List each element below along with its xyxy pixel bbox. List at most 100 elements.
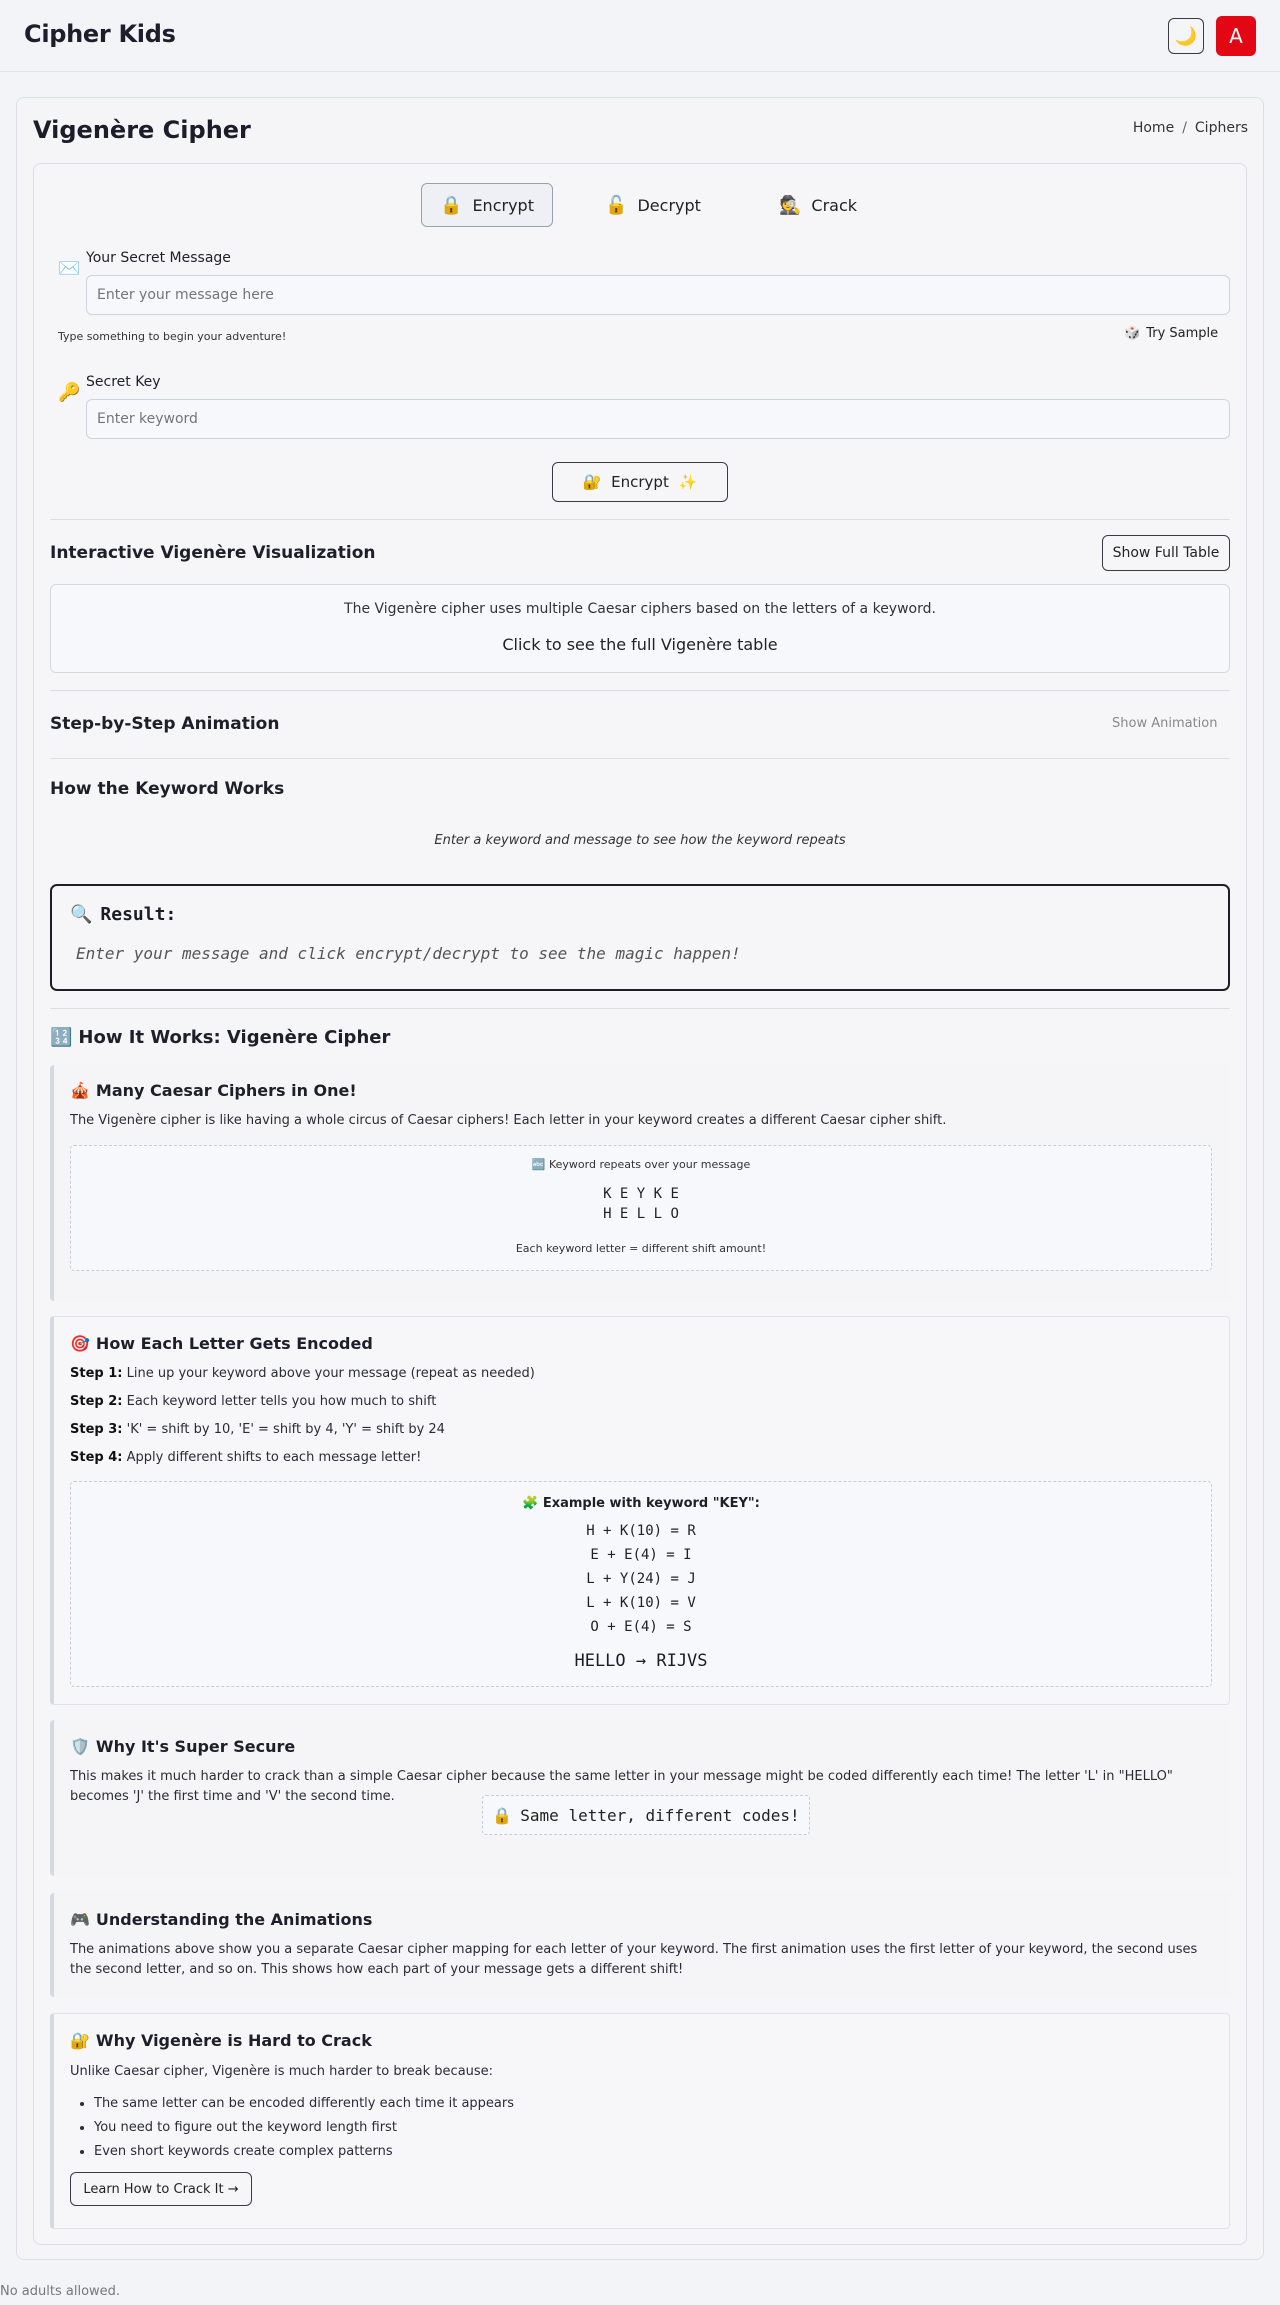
panel-letter-encoding: 🎯 How Each Letter Gets Encoded Step 1: L… — [50, 1316, 1230, 1705]
numbers-icon: 🔢 — [50, 1027, 73, 1048]
panel-title: 🔐 Why Vigenère is Hard to Crack — [70, 2031, 372, 2050]
example-line: L + K(10) = V — [586, 1595, 696, 1611]
abc-icon: 🔤 — [531, 1158, 546, 1171]
panel-title: 🎮 Understanding the Animations — [70, 1910, 372, 1929]
panel-title-text: Understanding the Animations — [95, 1910, 373, 1929]
sparkles-icon: ✨ — [678, 473, 698, 491]
key-icon: 🔑 — [58, 382, 81, 403]
message-input[interactable] — [86, 275, 1230, 315]
panel-many-caesar: 🎪 Many Caesar Ciphers in One! The Vigenè… — [50, 1065, 1230, 1301]
try-sample-label: Try Sample — [1146, 326, 1219, 341]
magnifier-icon: 🔍 — [70, 904, 93, 925]
divider — [50, 1008, 1230, 1009]
step-1: Step 1: Line up your keyword above your … — [70, 1364, 1213, 1384]
visualization-description: The Vigenère cipher uses multiple Caesar… — [344, 601, 936, 617]
step-3: Step 3: 'K' = shift by 10, 'E' = shift b… — [70, 1420, 1213, 1440]
example-result: HELLO → RIJVS — [574, 1651, 708, 1671]
keyword-hint: Enter a keyword and message to see how t… — [434, 833, 846, 848]
example-line: H + K(10) = R — [586, 1523, 696, 1539]
same-letter-pill: 🔒 Same letter, different codes! — [482, 1795, 810, 1835]
panel-title-text: Many Caesar Ciphers in One! — [95, 1081, 357, 1100]
panel-text: The animations above show you a separate… — [70, 1942, 1198, 1977]
step-text: 'K' = shift by 10, 'E' = shift by 4, 'Y'… — [126, 1422, 445, 1437]
moon-icon: 🌙 — [1174, 25, 1198, 47]
lock-key-icon: 🔐 — [582, 473, 602, 491]
unlock-icon: 🔓 — [605, 194, 628, 216]
panel-title: 🎪 Many Caesar Ciphers in One! — [70, 1081, 357, 1100]
step-label: Step 3: — [70, 1422, 123, 1437]
tab-label: Decrypt — [637, 195, 701, 215]
result-output: Enter your message and click encrypt/dec… — [76, 944, 741, 963]
breadcrumb-home[interactable]: Home — [1133, 120, 1174, 136]
circus-tent-icon: 🎪 — [70, 1081, 90, 1100]
reasons-list: The same letter can be encoded different… — [94, 2092, 514, 2164]
target-icon: 🎯 — [70, 1334, 90, 1353]
result-title: 🔍 Result: — [70, 904, 176, 925]
divider — [50, 519, 1230, 520]
pill-text: Same letter, different codes! — [520, 1805, 800, 1825]
key-label: Secret Key — [86, 374, 161, 390]
page-title: Vigenère Cipher — [33, 116, 251, 144]
learn-crack-button[interactable]: Learn How to Crack It → — [70, 2172, 252, 2206]
tab-crack[interactable]: 🕵️ Crack — [756, 183, 880, 227]
panel-title-text: Why Vigenère is Hard to Crack — [95, 2031, 372, 2050]
shift-note: Each keyword letter = different shift am… — [515, 1242, 767, 1255]
panel-title-text: How Each Letter Gets Encoded — [95, 1334, 373, 1353]
lock-key-icon: 🔐 — [70, 2031, 90, 2050]
lock-icon: 🔒 — [440, 194, 463, 216]
example-line: L + Y(24) = J — [586, 1571, 696, 1587]
step-text: Line up your keyword above your message … — [126, 1366, 535, 1381]
panel-title: 🛡️ Why It's Super Secure — [70, 1737, 295, 1756]
list-item: The same letter can be encoded different… — [94, 2092, 514, 2116]
panel-secure: 🛡️ Why It's Super Secure This makes it m… — [50, 1720, 1230, 1876]
shield-icon: 🛡️ — [70, 1737, 90, 1756]
show-full-table-button[interactable]: Show Full Table — [1102, 535, 1230, 571]
caption-text: Keyword repeats over your message — [548, 1158, 751, 1171]
detective-icon: 🕵️ — [778, 194, 802, 216]
example-title-text: Example with keyword "KEY": — [542, 1496, 760, 1511]
visualization-box: The Vigenère cipher uses multiple Caesar… — [50, 584, 1230, 673]
message-row: H E L L O — [603, 1206, 679, 1222]
lock-icon: 🔒 — [492, 1805, 513, 1825]
breadcrumb-ciphers: Ciphers — [1194, 120, 1248, 136]
game-controller-icon: 🎮 — [70, 1910, 90, 1929]
panel-title-text: Why It's Super Secure — [95, 1737, 296, 1756]
full-table-link[interactable]: Click to see the full Vigenère table — [51, 635, 1229, 654]
top-bar: Cipher Kids 🌙 A — [0, 0, 1280, 72]
avatar[interactable]: A — [1216, 16, 1256, 56]
tab-encrypt[interactable]: 🔒 Encrypt — [421, 183, 553, 227]
message-hint: Type something to begin your adventure! — [58, 330, 287, 343]
show-animation-button[interactable]: Show Animation — [1112, 716, 1218, 731]
panel-title: 🎯 How Each Letter Gets Encoded — [70, 1334, 373, 1353]
theme-toggle-button[interactable]: 🌙 — [1168, 18, 1204, 54]
step-text: Each keyword letter tells you how much t… — [126, 1394, 437, 1409]
encrypt-button[interactable]: 🔐 Encrypt ✨ — [552, 462, 728, 502]
message-label: Your Secret Message — [86, 250, 231, 266]
panel-animations: 🎮 Understanding the Animations The anima… — [50, 1893, 1230, 1997]
example-line: O + E(4) = S — [590, 1619, 692, 1635]
list-item: You need to figure out the keyword lengt… — [94, 2116, 514, 2140]
key-input[interactable] — [86, 399, 1230, 439]
keyword-row: K E Y K E — [603, 1186, 679, 1202]
panel-intro: Unlike Caesar cipher, Vigenère is much h… — [70, 2064, 494, 2079]
result-title-text: Result: — [100, 904, 177, 925]
divider — [50, 690, 1230, 691]
example-box: 🧩 Example with keyword "KEY": H + K(10) … — [70, 1481, 1212, 1687]
tab-decrypt[interactable]: 🔓 Decrypt — [588, 183, 718, 227]
try-sample-button[interactable]: 🎲 Try Sample — [1124, 326, 1218, 341]
step-label: Step 4: — [70, 1450, 123, 1465]
step-2: Step 2: Each keyword letter tells you ho… — [70, 1392, 1213, 1412]
example-title: 🧩 Example with keyword "KEY": — [71, 1496, 1211, 1511]
tab-label: Encrypt — [472, 195, 534, 215]
visualization-title: Interactive Vigenère Visualization — [50, 543, 376, 563]
keyword-repeat-caption: 🔤 Keyword repeats over your message — [71, 1158, 1211, 1171]
example-line: E + E(4) = I — [590, 1547, 692, 1563]
divider — [50, 758, 1230, 759]
panel-text: The Vigenère cipher is like having a who… — [70, 1113, 947, 1128]
step-label: Step 1: — [70, 1366, 123, 1381]
animation-title: Step-by-Step Animation — [50, 714, 280, 734]
step-text: Apply different shifts to each message l… — [126, 1450, 422, 1465]
breadcrumb: Home / Ciphers — [1133, 120, 1248, 136]
brand-logo[interactable]: Cipher Kids — [24, 20, 176, 48]
encrypt-label: Encrypt — [611, 473, 669, 491]
